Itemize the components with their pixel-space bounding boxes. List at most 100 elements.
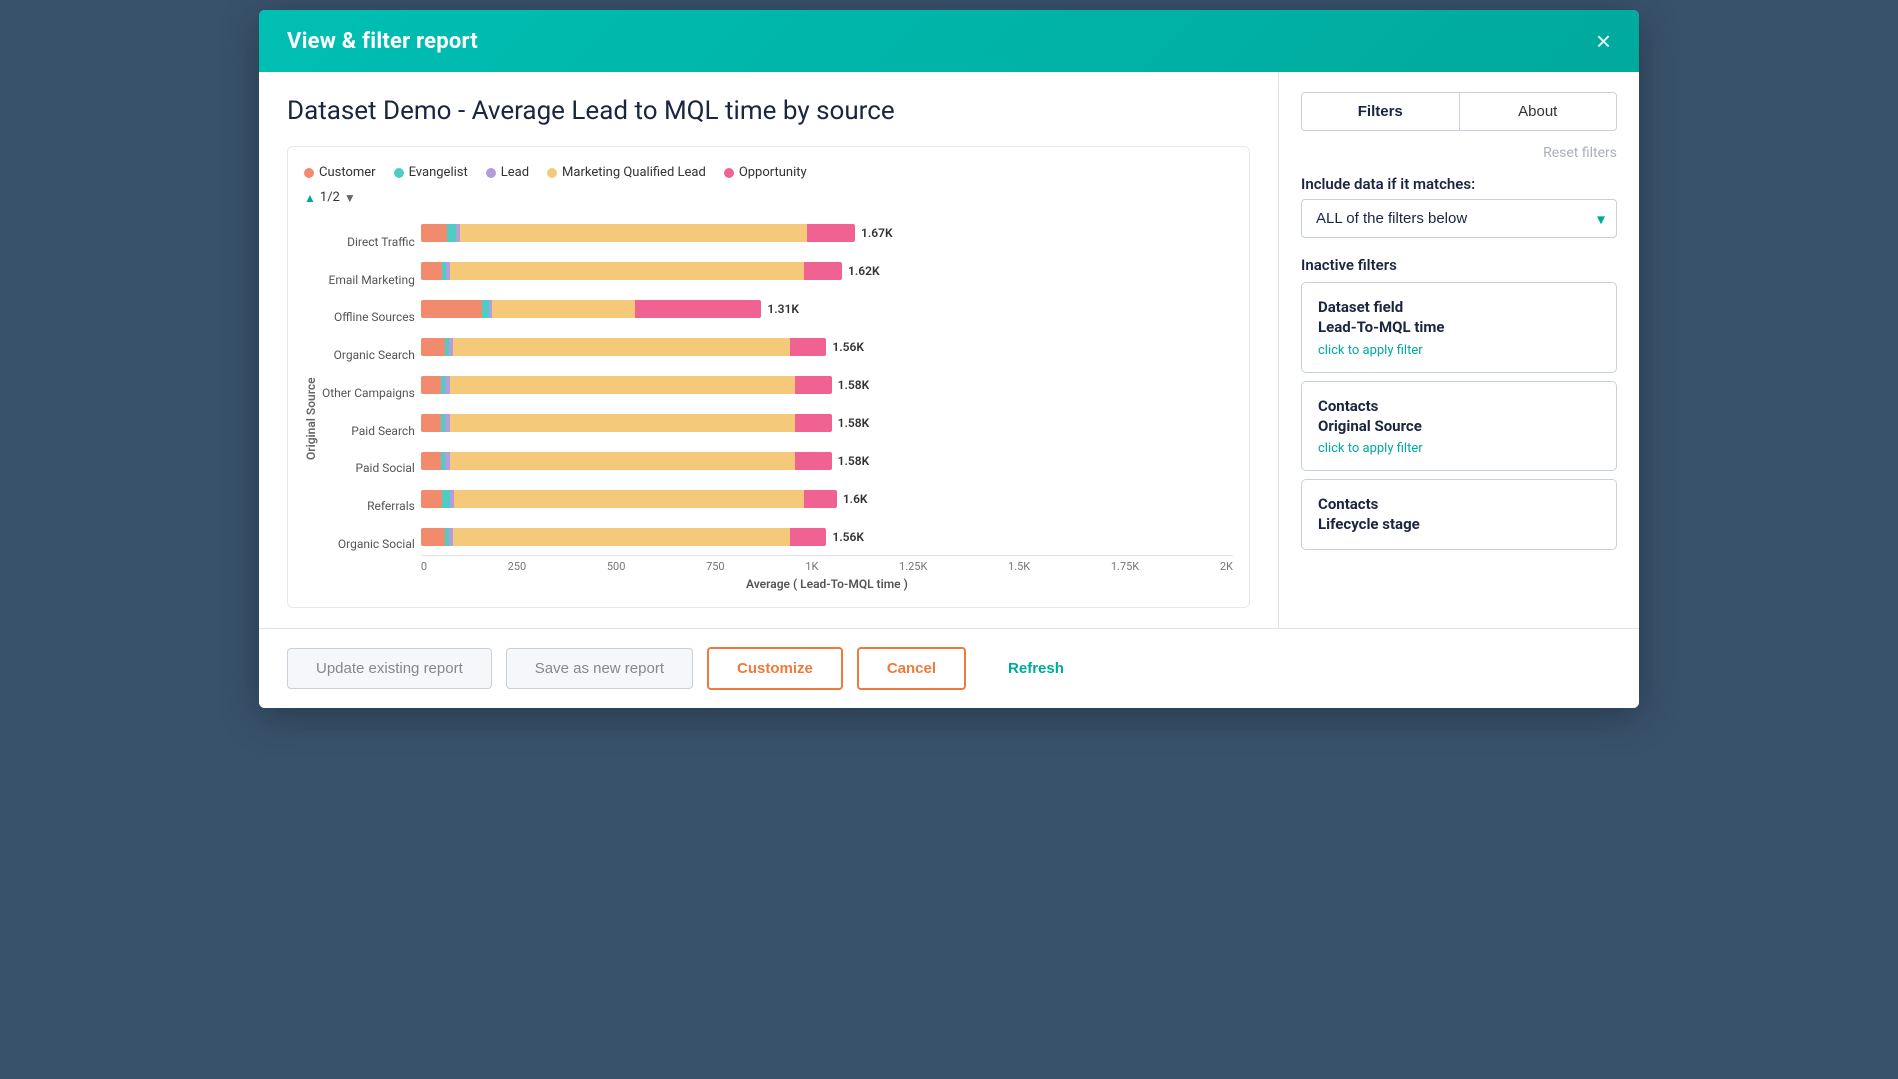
legend-label-0: Customer bbox=[319, 165, 376, 180]
inactive-filters-section: Inactive filters Dataset field Lead-To-M… bbox=[1301, 252, 1617, 550]
bars-area: 1.67K1.62K1.31K1.56K1.58K1.58K1.58K1.6K1… bbox=[421, 219, 1233, 591]
legend-item-0: Customer bbox=[304, 165, 376, 180]
bar-value-1: 1.62K bbox=[848, 264, 880, 278]
bar-segment-2-3 bbox=[492, 300, 635, 318]
bar-chart-inner: Original Source Direct TrafficEmail Mark… bbox=[304, 219, 1233, 591]
y-axis-title: Original Source bbox=[304, 219, 318, 591]
filter-card-1-line1: Contacts bbox=[1318, 397, 1378, 415]
report-title: Dataset Demo - Average Lead to MQL time … bbox=[287, 96, 1250, 126]
x-axis: 02505007501K1.25K1.5K1.75K2K bbox=[421, 555, 1233, 573]
x-label-8: 2K bbox=[1220, 560, 1233, 573]
bar-segment-0-0 bbox=[421, 224, 447, 242]
bar-segment-6-0 bbox=[421, 452, 442, 470]
bar-stack-8 bbox=[421, 528, 827, 546]
bar-segment-0-1 bbox=[447, 224, 456, 242]
filter-card-0-link[interactable]: click to apply filter bbox=[1318, 343, 1600, 358]
modal-title: View & filter report bbox=[287, 29, 478, 54]
bar-segment-5-4 bbox=[795, 414, 832, 432]
bar-segment-2-1 bbox=[482, 300, 489, 318]
y-axis-labels: Direct TrafficEmail MarketingOffline Sou… bbox=[322, 219, 421, 591]
bar-segment-3-0 bbox=[421, 338, 445, 356]
bar-segment-6-3 bbox=[450, 452, 795, 470]
bar-value-2: 1.31K bbox=[767, 302, 799, 316]
x-label-5: 1.25K bbox=[899, 560, 927, 573]
filter-card-1-link[interactable]: click to apply filter bbox=[1318, 441, 1600, 456]
filter-card-0-line2: Lead-To-MQL time bbox=[1318, 318, 1444, 336]
bar-segment-1-3 bbox=[450, 262, 804, 280]
bar-segment-8-3 bbox=[453, 528, 790, 546]
cancel-button[interactable]: Cancel bbox=[857, 647, 966, 690]
table-row: 1.67K bbox=[421, 219, 1233, 247]
modal-footer: Update existing report Save as new repor… bbox=[259, 628, 1639, 708]
x-label-7: 1.75K bbox=[1111, 560, 1139, 573]
filter-match-label: Include data if it matches: bbox=[1301, 175, 1617, 193]
bar-value-4: 1.58K bbox=[838, 378, 870, 392]
bar-segment-8-4 bbox=[790, 528, 827, 546]
filter-match-select[interactable]: ALL of the filters below ANY of the filt… bbox=[1301, 199, 1617, 238]
tab-filters[interactable]: Filters bbox=[1302, 93, 1460, 130]
filter-card-1-title: Contacts Original Source bbox=[1318, 396, 1600, 437]
bar-segment-0-3 bbox=[460, 224, 807, 242]
table-row: 1.62K bbox=[421, 257, 1233, 285]
modal-body: Dataset Demo - Average Lead to MQL time … bbox=[259, 72, 1639, 628]
legend-label-1: Evangelist bbox=[409, 165, 468, 180]
bar-value-8: 1.56K bbox=[832, 530, 864, 544]
bar-segment-3-4 bbox=[790, 338, 827, 356]
bar-segment-1-4 bbox=[804, 262, 842, 280]
filter-dropdown-wrap: ALL of the filters below ANY of the filt… bbox=[1301, 199, 1617, 238]
bar-stack-0 bbox=[421, 224, 855, 242]
y-label-5: Paid Search bbox=[322, 417, 415, 445]
bar-stack-3 bbox=[421, 338, 827, 356]
bars-rows: 1.67K1.62K1.31K1.56K1.58K1.58K1.58K1.6K1… bbox=[421, 219, 1233, 551]
filter-match-section: Include data if it matches: ALL of the f… bbox=[1301, 175, 1617, 238]
bar-segment-1-0 bbox=[421, 262, 442, 280]
save-report-button[interactable]: Save as new report bbox=[506, 648, 693, 689]
x-label-6: 1.5K bbox=[1008, 560, 1030, 573]
bar-stack-7 bbox=[421, 490, 837, 508]
filter-card-0-title: Dataset field Lead-To-MQL time bbox=[1318, 297, 1600, 338]
close-button[interactable]: × bbox=[1596, 28, 1611, 54]
tab-about[interactable]: About bbox=[1460, 93, 1617, 130]
bar-chart: Original Source Direct TrafficEmail Mark… bbox=[304, 219, 1233, 591]
table-row: 1.31K bbox=[421, 295, 1233, 323]
y-label-1: Email Marketing bbox=[322, 266, 415, 294]
bar-segment-2-4 bbox=[635, 300, 761, 318]
bar-segment-7-4 bbox=[804, 490, 837, 508]
modal: View & filter report × Dataset Demo - Av… bbox=[259, 10, 1639, 708]
table-row: 1.56K bbox=[421, 333, 1233, 361]
legend-label-4: Opportunity bbox=[739, 165, 807, 180]
refresh-button[interactable]: Refresh bbox=[980, 649, 1092, 688]
legend-label-3: Marketing Qualified Lead bbox=[562, 165, 706, 180]
table-row: 1.56K bbox=[421, 523, 1233, 551]
legend-label-2: Lead bbox=[501, 165, 529, 180]
legend-next-icon[interactable]: ▼ bbox=[344, 191, 356, 205]
reset-filters-link[interactable]: Reset filters bbox=[1301, 145, 1617, 161]
legend-page: 1/2 bbox=[320, 190, 340, 205]
update-report-button[interactable]: Update existing report bbox=[287, 648, 492, 689]
filter-card-2: Contacts Lifecycle stage bbox=[1301, 479, 1617, 550]
y-label-8: Organic Social bbox=[322, 530, 415, 558]
bar-stack-4 bbox=[421, 376, 832, 394]
y-label-3: Organic Search bbox=[322, 341, 415, 369]
bar-segment-4-4 bbox=[795, 376, 832, 394]
bar-stack-6 bbox=[421, 452, 832, 470]
customize-button[interactable]: Customize bbox=[707, 647, 843, 690]
bar-segment-7-3 bbox=[454, 490, 803, 508]
bar-value-0: 1.67K bbox=[861, 226, 893, 240]
legend-prev-icon[interactable]: ▲ bbox=[304, 191, 316, 205]
chart-legend: Customer Evangelist Lead Marketing Qualifie… bbox=[304, 165, 1233, 180]
y-label-2: Offline Sources bbox=[322, 303, 415, 331]
chart-area: Customer Evangelist Lead Marketing Qualifie… bbox=[287, 146, 1250, 608]
table-row: 1.58K bbox=[421, 409, 1233, 437]
bar-segment-6-4 bbox=[795, 452, 832, 470]
chart-panel: Dataset Demo - Average Lead to MQL time … bbox=[259, 72, 1279, 628]
filter-card-2-line1: Contacts bbox=[1318, 495, 1378, 513]
bar-segment-7-1 bbox=[442, 490, 450, 508]
bar-value-6: 1.58K bbox=[838, 454, 870, 468]
bar-stack-2 bbox=[421, 300, 762, 318]
x-axis-title: Average ( Lead-To-MQL time ) bbox=[421, 577, 1233, 591]
bar-stack-1 bbox=[421, 262, 842, 280]
right-panel: Filters About Reset filters Include data… bbox=[1279, 72, 1639, 628]
filter-card-2-title: Contacts Lifecycle stage bbox=[1318, 494, 1600, 535]
y-label-6: Paid Social bbox=[322, 454, 415, 482]
